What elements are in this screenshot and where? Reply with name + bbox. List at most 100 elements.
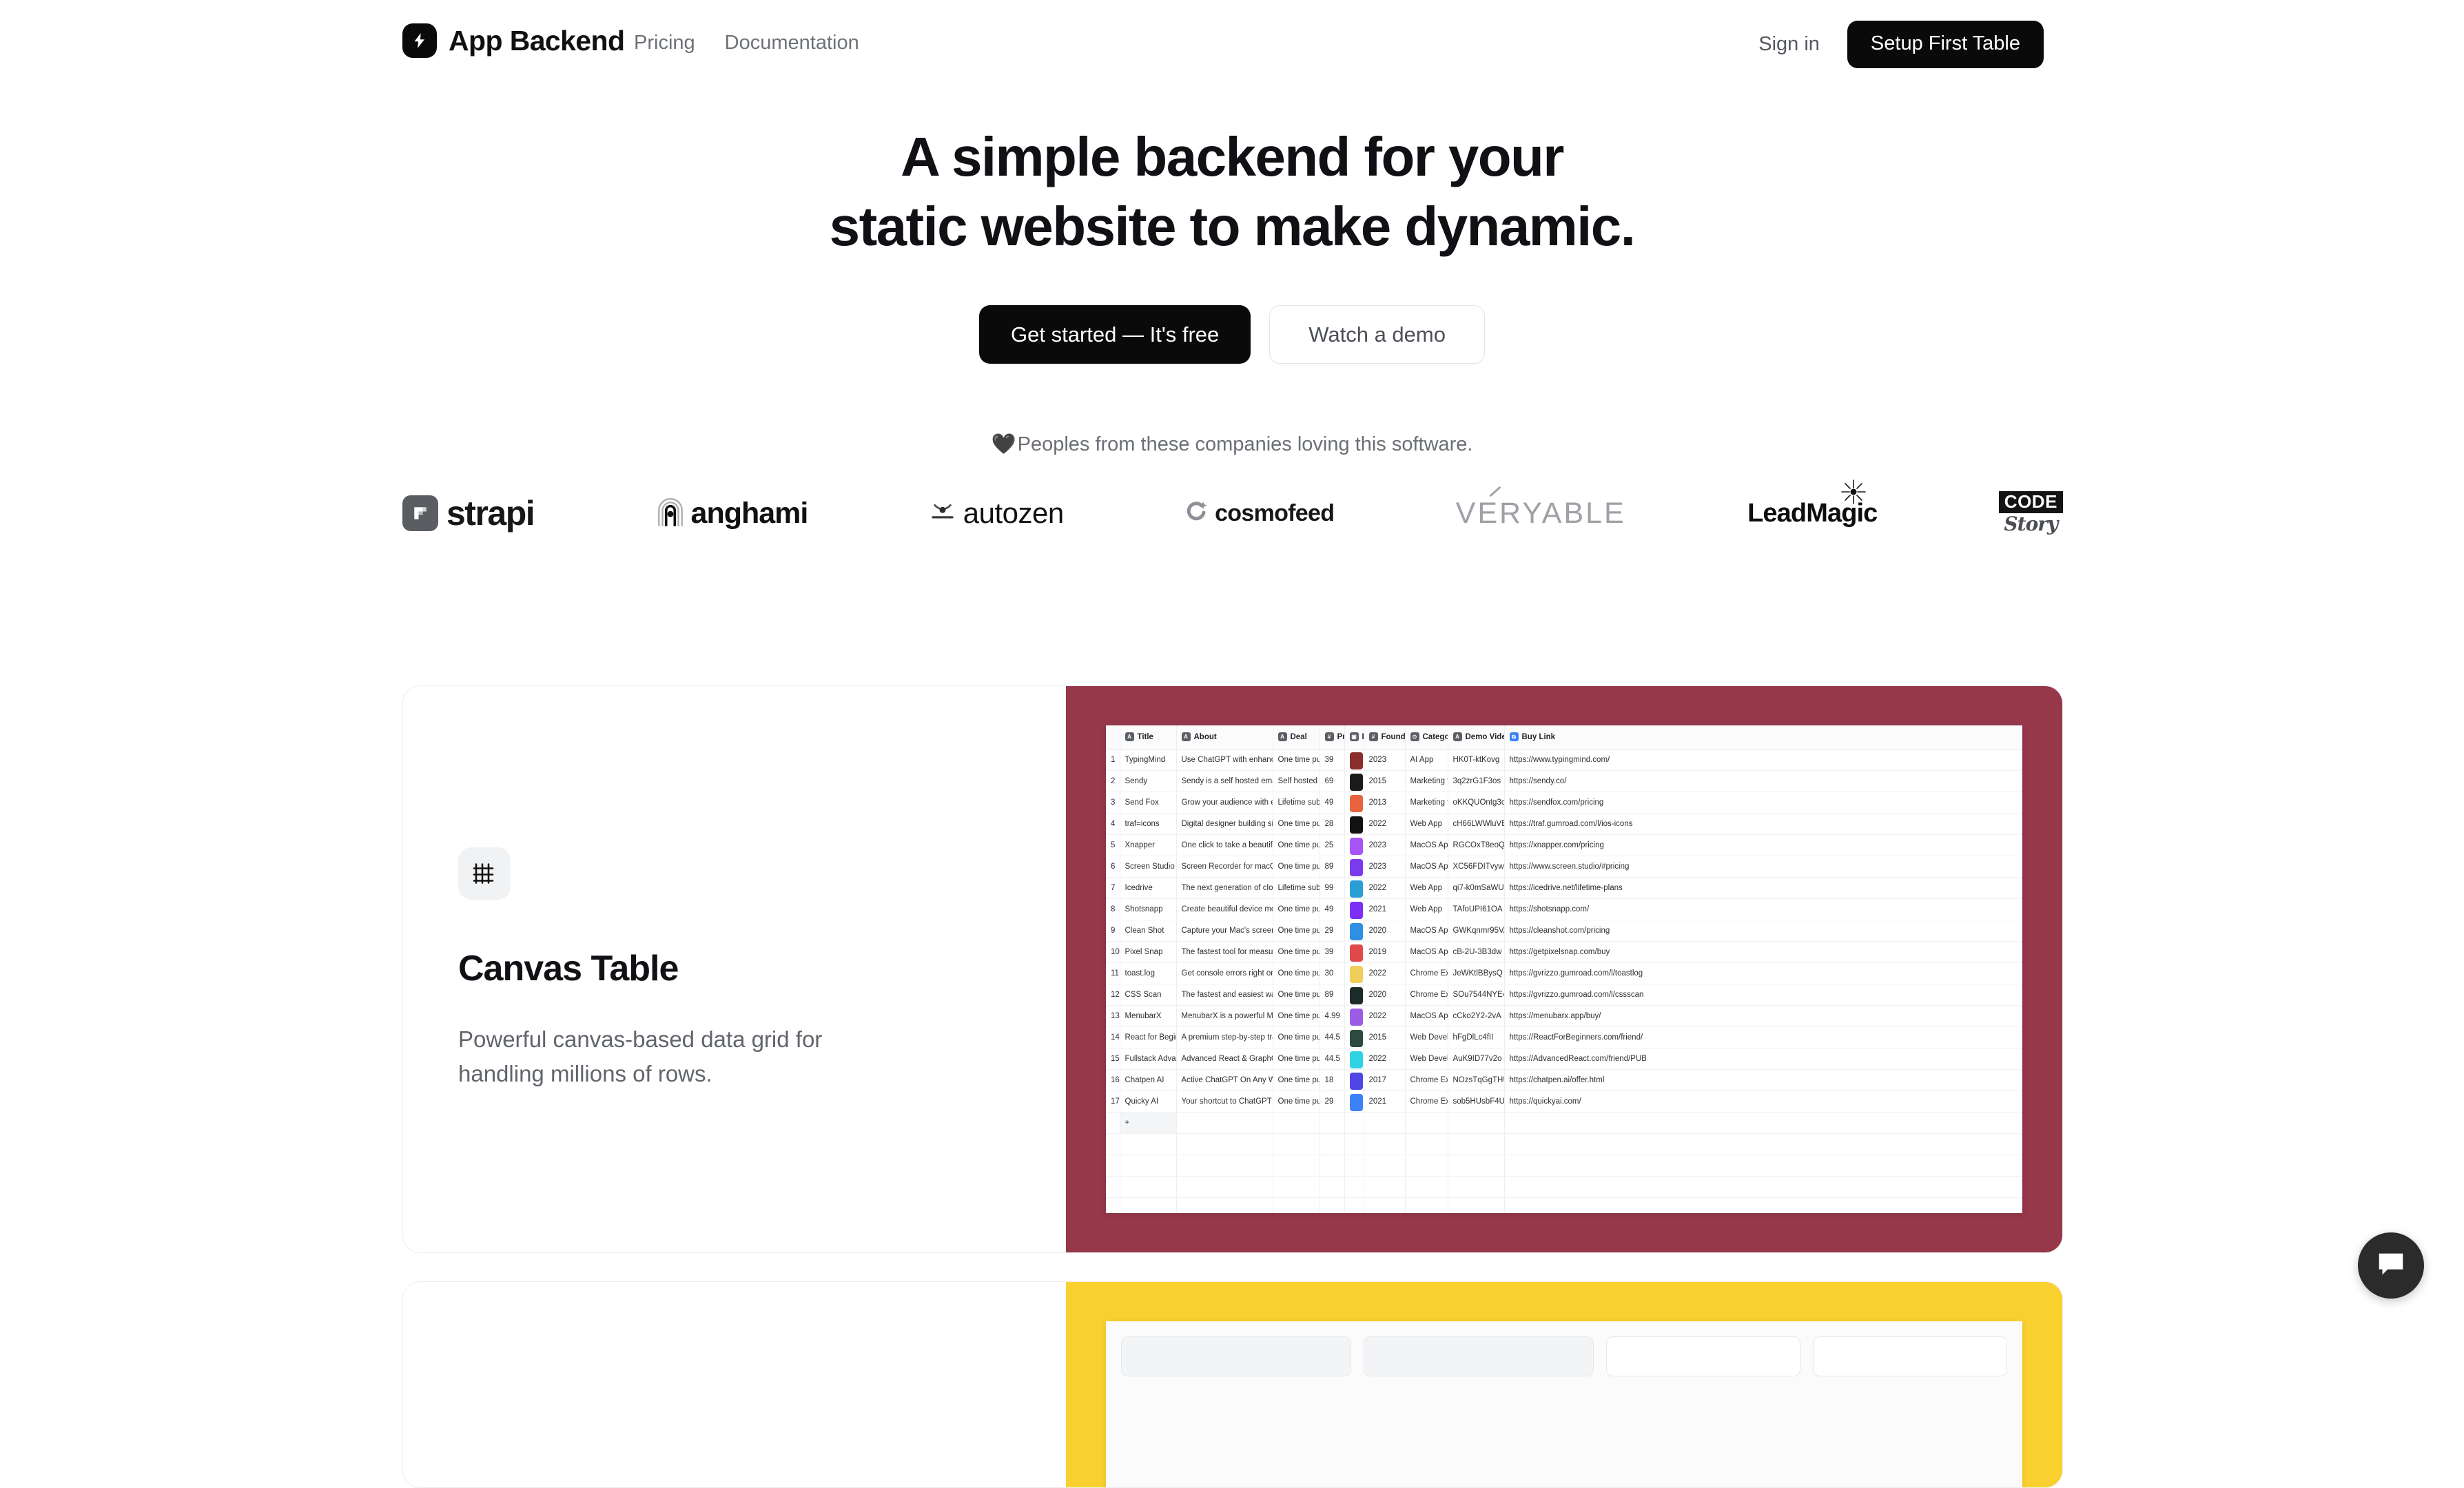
cell-category[interactable]: Web Development Cour — [1405, 1048, 1448, 1069]
nav-item-pricing[interactable]: Pricing — [634, 32, 695, 54]
cell-title[interactable]: Icedrive — [1120, 877, 1176, 898]
cell-founded-year[interactable]: 2023 — [1364, 749, 1405, 770]
table-row[interactable]: 1TypingMindUse ChatGPT with enhanced fea… — [1106, 749, 2022, 770]
cell-title[interactable]: Clean Shot — [1120, 920, 1176, 941]
table-row[interactable]: 10Pixel SnapThe fastest tool for measuri… — [1106, 941, 2022, 962]
cell-title[interactable]: Quicky AI — [1120, 1091, 1176, 1112]
cell-buy-link[interactable]: https://menubarx.app/buy/ — [1504, 1005, 2022, 1026]
cell-demo-video-id[interactable]: HK0T-ktKovg — [1448, 749, 1504, 770]
cell-about[interactable]: Get console errors right on your page — [1176, 962, 1273, 984]
cell-logo[interactable] — [1344, 920, 1364, 941]
cell-founded-year[interactable]: 2023 — [1364, 856, 1405, 877]
cell-buy-link[interactable]: https://www.typingmind.com/ — [1504, 749, 2022, 770]
cell-deal[interactable]: One time purchase — [1273, 1091, 1320, 1112]
column-header-logo[interactable]: ▣Logo — [1344, 725, 1364, 749]
cell-deal[interactable]: One time purchase — [1273, 1048, 1320, 1069]
cell-buy-link[interactable]: https://ReactForBeginners.com/friend/ — [1504, 1026, 2022, 1048]
cell-about[interactable]: The fastest tool for measuring anything … — [1176, 941, 1273, 962]
cell-about[interactable]: Digital designer building simple product… — [1176, 813, 1273, 834]
cell-logo[interactable] — [1344, 813, 1364, 834]
cell-deal[interactable]: One time purchase — [1273, 856, 1320, 877]
cell-title[interactable]: Send Fox — [1120, 792, 1176, 813]
add-row[interactable]: + — [1106, 1112, 2022, 1133]
cell-about[interactable]: MenubarX is a powerful Mac menu bar brow… — [1176, 1005, 1273, 1026]
cell-demo-video-id[interactable]: cCko2Y2-2vA — [1448, 1005, 1504, 1026]
cell-about[interactable]: Active ChatGPT On Any Website With ChatP… — [1176, 1069, 1273, 1091]
cell-category[interactable]: Chrome Extenshion — [1405, 1069, 1448, 1091]
cell-demo-video-id[interactable]: 3q2zrG1F3os — [1448, 770, 1504, 792]
cell-category[interactable]: Chrome Extenshion — [1405, 962, 1448, 984]
cell-logo[interactable] — [1344, 792, 1364, 813]
cell-buy-link[interactable]: https://cleanshot.com/pricing — [1504, 920, 2022, 941]
cell-about[interactable]: Your shortcut to ChatGPT on any websites — [1176, 1091, 1273, 1112]
cell-deal[interactable]: One time purchase — [1273, 941, 1320, 962]
cell-founded-year[interactable]: 2020 — [1364, 920, 1405, 941]
cell-deal[interactable]: Lifetime subscription — [1273, 877, 1320, 898]
cell-buy-link[interactable]: https://traf.gumroad.com/l/ios-icons — [1504, 813, 2022, 834]
cell-deal[interactable]: One time purchase — [1273, 1069, 1320, 1091]
column-header-buy-link[interactable]: ⧉Buy Link — [1504, 725, 2022, 749]
form-field-1[interactable] — [1121, 1336, 1351, 1376]
cell-buy-link[interactable]: https://chatpen.ai/offer.html — [1504, 1069, 2022, 1091]
table-row[interactable]: 15Fullstack Advanced ReaAdvanced React &… — [1106, 1048, 2022, 1069]
table-row[interactable]: 7IcedriveThe next generation of cloud st… — [1106, 877, 2022, 898]
cell-about[interactable]: A premium step-by-step training course t… — [1176, 1026, 1273, 1048]
cell-demo-video-id[interactable]: sob5HUsbF4U — [1448, 1091, 1504, 1112]
cell-demo-video-id[interactable]: qi7-k0mSaWU — [1448, 877, 1504, 898]
cell-price[interactable]: 4.99 — [1320, 1005, 1344, 1026]
cell-deal[interactable]: One time purchase — [1273, 1005, 1320, 1026]
cell-logo[interactable] — [1344, 834, 1364, 856]
column-header-category[interactable]: ⊙Category — [1405, 725, 1448, 749]
cell-logo[interactable] — [1344, 898, 1364, 920]
cell-buy-link[interactable]: https://gvrizzo.gumroad.com/l/toastlog — [1504, 962, 2022, 984]
cell-title[interactable]: TypingMind — [1120, 749, 1176, 770]
cell-buy-link[interactable]: https://sendfox.com/pricing — [1504, 792, 2022, 813]
cell-demo-video-id[interactable]: hFgDlLc4fII — [1448, 1026, 1504, 1048]
cell-demo-video-id[interactable]: RGCOxT8eoQc — [1448, 834, 1504, 856]
cell-title[interactable]: toast.log — [1120, 962, 1176, 984]
cell-deal[interactable]: Lifetime subscription — [1273, 792, 1320, 813]
cell-demo-video-id[interactable]: XC56FDITvyw — [1448, 856, 1504, 877]
cell-price[interactable]: 89 — [1320, 856, 1344, 877]
cell-price[interactable]: 44.5 — [1320, 1048, 1344, 1069]
cell-category[interactable]: Web App — [1405, 877, 1448, 898]
watch-demo-button[interactable]: Watch a demo — [1269, 305, 1485, 364]
cell-category[interactable]: Web App — [1405, 898, 1448, 920]
cell-deal[interactable]: One time purchase — [1273, 920, 1320, 941]
form-field-4[interactable] — [1813, 1336, 2007, 1376]
table-row[interactable]: 17Quicky AIYour shortcut to ChatGPT on a… — [1106, 1091, 2022, 1112]
cell-about[interactable]: The next generation of cloud storage — [1176, 877, 1273, 898]
cell-title[interactable]: Xnapper — [1120, 834, 1176, 856]
cell-about[interactable]: Screen Recorder for macOS. Beautiful vid… — [1176, 856, 1273, 877]
table-row[interactable]: 12CSS ScanThe fastest and easiest way to… — [1106, 984, 2022, 1005]
setup-first-table-button[interactable]: Setup First Table — [1847, 21, 2044, 68]
cell-price[interactable]: 25 — [1320, 834, 1344, 856]
add-row-button[interactable]: + — [1120, 1112, 1176, 1133]
cell-deal[interactable]: Self hosted lifetime sub — [1273, 770, 1320, 792]
table-row[interactable]: 16Chatpen AIActive ChatGPT On Any Websit… — [1106, 1069, 2022, 1091]
cell-logo[interactable] — [1344, 941, 1364, 962]
table-row[interactable]: 9Clean ShotCapture your Mac's screen lik… — [1106, 920, 2022, 941]
cell-category[interactable]: MacOS App — [1405, 834, 1448, 856]
cell-title[interactable]: Screen Studio — [1120, 856, 1176, 877]
cell-title[interactable]: Pixel Snap — [1120, 941, 1176, 962]
cell-price[interactable]: 69 — [1320, 770, 1344, 792]
cell-price[interactable]: 39 — [1320, 749, 1344, 770]
cell-buy-link[interactable]: https://xnapper.com/pricing — [1504, 834, 2022, 856]
column-header-demo-video-id[interactable]: ADemo Video Id — [1448, 725, 1504, 749]
chat-widget-button[interactable] — [2358, 1232, 2424, 1299]
cell-about[interactable]: One click to take a beautiful and ready-… — [1176, 834, 1273, 856]
nav-item-documentation[interactable]: Documentation — [725, 32, 859, 54]
cell-logo[interactable] — [1344, 984, 1364, 1005]
cell-founded-year[interactable]: 2022 — [1364, 1048, 1405, 1069]
cell-buy-link[interactable]: https://gvrizzo.gumroad.com/l/cssscan — [1504, 984, 2022, 1005]
cell-category[interactable]: MacOS App — [1405, 1005, 1448, 1026]
cell-buy-link[interactable]: https://quickyai.com/ — [1504, 1091, 2022, 1112]
cell-about[interactable]: Sendy is a self hosted email newsletter … — [1176, 770, 1273, 792]
cell-category[interactable]: MacOS App — [1405, 920, 1448, 941]
cell-demo-video-id[interactable]: AuK9ID77v2o — [1448, 1048, 1504, 1069]
cell-buy-link[interactable]: https://sendy.co/ — [1504, 770, 2022, 792]
cell-deal[interactable]: One time purchase — [1273, 984, 1320, 1005]
cell-demo-video-id[interactable]: TAfoUPI61OA — [1448, 898, 1504, 920]
table-row[interactable]: 13MenubarXMenubarX is a powerful Mac men… — [1106, 1005, 2022, 1026]
